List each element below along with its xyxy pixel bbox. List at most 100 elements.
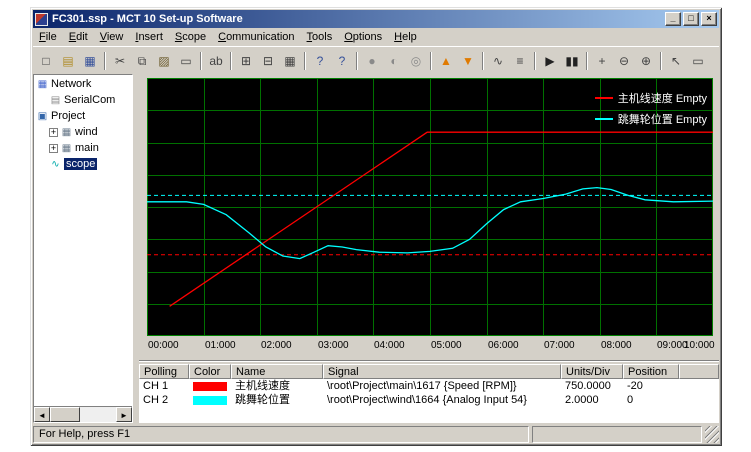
tree-item-serialcom[interactable]: ▤SerialCom (34, 92, 132, 108)
tree-item-network[interactable]: ▦Network (34, 76, 132, 92)
expander-plus-icon[interactable]: + (49, 128, 58, 137)
cell-units-div: 750.0000 (561, 379, 623, 393)
menu-item-help[interactable]: Help (388, 29, 423, 45)
cell-units-div: 2.0000 (561, 393, 623, 407)
menu-item-file[interactable]: File (33, 29, 63, 45)
scope-legend: 主机线速度 Empty跳舞轮位置 Empty (595, 90, 707, 132)
menu-item-options[interactable]: Options (338, 29, 388, 45)
cell-polling: CH 2 (139, 393, 189, 407)
toolbar-separator (482, 52, 484, 70)
copy-button[interactable]: ⧉ (131, 50, 153, 72)
paste-button[interactable]: ▨ (153, 50, 175, 72)
table-view-button[interactable]: ▦ (279, 50, 301, 72)
select-pointer-icon: ↖ (671, 55, 681, 67)
app-window: FC301.ssp - MCT 10 Set-up Software _ □ ×… (30, 7, 722, 446)
save-button[interactable]: ▦ (79, 50, 101, 72)
cell-position: 0 (623, 393, 679, 407)
tree-item-label: Network (51, 78, 91, 90)
toolbar: □▤▦✂⧉▨▭ab⊞⊟▦??●◐◎▲▼∿≡▶▮▮+⊖⊕↖▭ (33, 46, 719, 74)
scroll-right-button[interactable]: ► (116, 407, 132, 422)
column-header-position[interactable]: Position (623, 364, 679, 379)
write-to-drive-button[interactable]: ▼ (457, 50, 479, 72)
start-scope-button[interactable]: ▶ (539, 50, 561, 72)
menu-item-insert[interactable]: Insert (129, 29, 169, 45)
grid-view-button[interactable]: ⊞ (235, 50, 257, 72)
tree-item-project[interactable]: ▣Project (34, 108, 132, 124)
time-tick-label: 01:000 (205, 340, 241, 351)
channel-row[interactable]: CH 1主机线速度\root\Project\main\1617 {Speed … (139, 379, 719, 393)
zoom-box-icon: ▭ (692, 55, 703, 67)
open-icon: ▤ (62, 55, 73, 67)
network-status-button[interactable]: ◐ (383, 50, 405, 72)
menu-item-communication[interactable]: Communication (212, 29, 300, 45)
tree-item-main[interactable]: +▦main (34, 140, 132, 156)
context-help-button[interactable]: ? (331, 50, 353, 72)
zoom-in-icon: ⊕ (641, 55, 651, 67)
expander-plus-icon[interactable]: + (49, 144, 58, 153)
scrollbar-track[interactable] (50, 407, 116, 422)
scope-plot[interactable]: 主机线速度 Empty跳舞轮位置 Empty (147, 78, 713, 336)
time-tick-label: 07:000 (544, 340, 580, 351)
column-header-filler (679, 364, 719, 379)
list-icon: ≡ (516, 55, 523, 67)
column-header-name[interactable]: Name (231, 364, 323, 379)
tree-horizontal-scrollbar[interactable]: ◄ ► (34, 406, 132, 422)
signal-button[interactable]: ∿ (487, 50, 509, 72)
cut-icon: ✂ (115, 55, 125, 67)
close-button[interactable]: × (701, 12, 717, 26)
cursor-crosshair-button[interactable]: + (591, 50, 613, 72)
start-scope-icon: ▶ (545, 55, 554, 67)
open-button[interactable]: ▤ (57, 50, 79, 72)
menu-item-scope[interactable]: Scope (169, 29, 212, 45)
grid-view-icon: ⊞ (241, 55, 251, 67)
registers-button[interactable]: ab (205, 50, 227, 72)
toolbar-separator (200, 52, 202, 70)
time-tick-label: 10:000 (684, 340, 720, 351)
cell-polling: CH 1 (139, 379, 189, 393)
zoom-out-button[interactable]: ⊖ (613, 50, 635, 72)
tree-view: ▦Network▤SerialCom▣Project+▦wind+▦main∿s… (34, 76, 132, 406)
connect-button[interactable]: ● (361, 50, 383, 72)
time-axis: 00:00001:00002:00003:00004:00005:00006:0… (139, 340, 719, 354)
menu-item-edit[interactable]: Edit (63, 29, 94, 45)
select-pointer-button[interactable]: ↖ (665, 50, 687, 72)
column-header-unitsdiv[interactable]: Units/Div (561, 364, 623, 379)
menu-item-tools[interactable]: Tools (301, 29, 339, 45)
pause-scope-button[interactable]: ▮▮ (561, 50, 583, 72)
scroll-left-button[interactable]: ◄ (34, 407, 50, 422)
scope-panel: 主机线速度 Empty跳舞轮位置 Empty 00:00001:00002:00… (139, 74, 719, 423)
resize-grip[interactable] (705, 426, 719, 443)
legend-label: 主机线速度 Empty (618, 90, 707, 106)
title-bar[interactable]: FC301.ssp - MCT 10 Set-up Software _ □ × (33, 10, 719, 28)
new-button[interactable]: □ (35, 50, 57, 72)
channel-row[interactable]: CH 2跳舞轮位置\root\Project\wind\1664 {Analog… (139, 393, 719, 407)
minimize-button[interactable]: _ (665, 12, 681, 26)
print-button[interactable]: ▭ (175, 50, 197, 72)
write-to-drive-icon: ▼ (462, 55, 474, 67)
tree-item-label: wind (75, 126, 98, 138)
scrollbar-thumb[interactable] (50, 407, 80, 422)
status-message: For Help, press F1 (33, 426, 529, 443)
maximize-button[interactable]: □ (683, 12, 699, 26)
toolbar-separator (430, 52, 432, 70)
toolbar-separator (534, 52, 536, 70)
column-header-signal[interactable]: Signal (323, 364, 561, 379)
help-button[interactable]: ? (309, 50, 331, 72)
cut-button[interactable]: ✂ (109, 50, 131, 72)
split-view-button[interactable]: ⊟ (257, 50, 279, 72)
tree-item-scope[interactable]: ∿scope (34, 156, 132, 172)
list-button[interactable]: ≡ (509, 50, 531, 72)
column-header-color[interactable]: Color (189, 364, 231, 379)
read-from-drive-button[interactable]: ▲ (435, 50, 457, 72)
client-area: ▦Network▤SerialCom▣Project+▦wind+▦main∿s… (33, 74, 719, 423)
tree-item-wind[interactable]: +▦wind (34, 124, 132, 140)
channel-color-swatch (193, 396, 227, 405)
time-tick-label: 08:000 (601, 340, 637, 351)
column-header-polling[interactable]: Polling (139, 364, 189, 379)
time-tick-label: 05:000 (431, 340, 467, 351)
bus-monitor-button[interactable]: ◎ (405, 50, 427, 72)
zoom-in-button[interactable]: ⊕ (635, 50, 657, 72)
menu-item-view[interactable]: View (94, 29, 130, 45)
zoom-box-button[interactable]: ▭ (687, 50, 709, 72)
toolbar-separator (304, 52, 306, 70)
